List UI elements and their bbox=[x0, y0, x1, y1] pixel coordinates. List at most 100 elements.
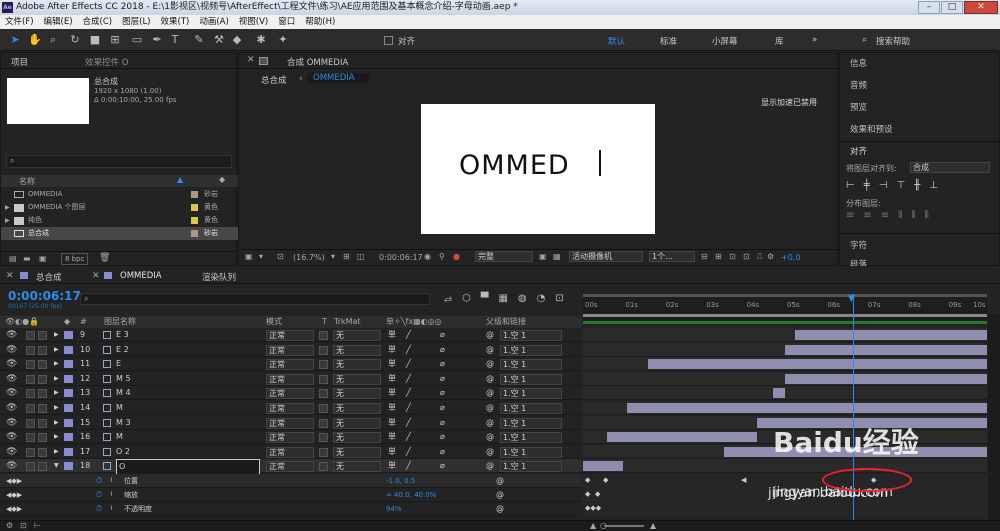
property-row[interactable]: ◀◆▶ ⏱ ⌇ 缩放 ∞ 40.0, 40.0% @ bbox=[0, 488, 582, 502]
quality-switch-icon[interactable]: ╱ bbox=[406, 445, 411, 459]
menu-help[interactable]: 帮助(H) bbox=[305, 15, 335, 29]
parent-select[interactable]: 1.空 1 bbox=[500, 388, 562, 400]
parent-select[interactable]: 1.空 1 bbox=[500, 330, 562, 341]
modes-toggle-icon[interactable]: ⊡ bbox=[20, 521, 27, 530]
parent-select[interactable]: 1.空 1 bbox=[500, 373, 562, 385]
more-workspaces-icon[interactable]: » bbox=[812, 35, 817, 45]
distribute-left-icon[interactable]: ⫴ bbox=[898, 210, 911, 221]
lock-toggle[interactable] bbox=[38, 462, 47, 472]
menu-file[interactable]: 文件(F) bbox=[5, 15, 34, 29]
trkmat-select[interactable]: 无 bbox=[333, 417, 381, 429]
shy-switch-icon[interactable]: 単 bbox=[388, 401, 396, 415]
pick-whip-icon[interactable]: @ bbox=[486, 372, 494, 386]
label-column-icon[interactable]: ◆ bbox=[219, 175, 225, 184]
adjustment-switch-icon[interactable]: ⌀ bbox=[440, 328, 445, 342]
column-mode[interactable]: 模式 bbox=[266, 316, 282, 328]
label-swatch[interactable] bbox=[64, 360, 73, 369]
layer-duration-bar[interactable] bbox=[772, 388, 785, 399]
label-swatch[interactable] bbox=[64, 404, 73, 412]
layer-duration-bar[interactable] bbox=[583, 461, 624, 472]
layer-duration-bar[interactable] bbox=[785, 373, 987, 384]
expand-icon[interactable]: ▶ bbox=[5, 214, 10, 227]
pan-behind-icon[interactable]: ⊞ bbox=[108, 33, 122, 47]
in-out-toggle-icon[interactable]: ⊢ bbox=[34, 521, 41, 530]
layer-row[interactable]: 👁 ▶ 11 E 正常 无単 ╱ ⌀ @1.空 1 bbox=[0, 357, 582, 372]
layer-duration-bar[interactable] bbox=[795, 330, 987, 340]
label-swatch[interactable] bbox=[64, 345, 73, 354]
pick-whip-icon[interactable]: @ bbox=[486, 328, 494, 342]
adjustment-switch-icon[interactable]: ⌀ bbox=[440, 386, 445, 400]
menu-window[interactable]: 窗口 bbox=[278, 15, 295, 29]
distribute-buttons[interactable]: ≡≡≡⫴⫴⫴ bbox=[846, 210, 938, 221]
quality-switch-icon[interactable]: ╱ bbox=[406, 328, 411, 342]
solo-toggle[interactable] bbox=[26, 447, 35, 457]
breadcrumb-root[interactable]: 总合成 bbox=[261, 74, 287, 86]
label-swatch[interactable] bbox=[64, 462, 73, 471]
align-top-icon[interactable]: ⊤ bbox=[896, 180, 914, 191]
stopwatch-icon[interactable]: ⏱ bbox=[96, 502, 102, 516]
shy-switch-icon[interactable]: 単 bbox=[388, 386, 396, 400]
property-row[interactable]: ◀◆▶ ⏱ ⌇ 位置 -1.0, 0.5 @ bbox=[0, 474, 582, 488]
tab-render-queue[interactable]: 渲染队列 bbox=[202, 271, 236, 283]
preserve-transparency-toggle[interactable] bbox=[319, 360, 328, 370]
adjustment-switch-icon[interactable]: ⌀ bbox=[440, 430, 445, 444]
playhead-handle-icon[interactable]: ▼ bbox=[848, 294, 855, 304]
quality-switch-icon[interactable]: ╱ bbox=[406, 459, 411, 473]
solo-toggle[interactable] bbox=[26, 418, 35, 428]
menu-animation[interactable]: 动画(A) bbox=[199, 15, 228, 29]
adjustment-switch-icon[interactable]: ⌀ bbox=[440, 357, 445, 371]
label-swatch[interactable] bbox=[64, 418, 73, 427]
menu-composition[interactable]: 合成(C) bbox=[83, 15, 113, 29]
graph-toggle-icon[interactable]: ⊡ bbox=[555, 293, 573, 304]
close-tab-icon[interactable]: ✕ bbox=[92, 271, 100, 281]
trkmat-select[interactable]: 无 bbox=[333, 446, 381, 458]
quality-switch-icon[interactable]: ╱ bbox=[406, 357, 411, 371]
sort-arrow-icon[interactable]: ▲ bbox=[177, 175, 183, 184]
pick-whip-icon[interactable]: @ bbox=[486, 416, 494, 430]
selection-icon[interactable]: ➤ bbox=[8, 33, 22, 47]
list-item[interactable]: ▶ 纯色 黄色 bbox=[1, 214, 238, 227]
lock-toggle[interactable] bbox=[38, 418, 47, 428]
layer-name[interactable]: O 2 bbox=[116, 445, 130, 459]
expand-icon[interactable]: ▶ bbox=[54, 372, 59, 386]
comp-canvas[interactable]: OMMED bbox=[421, 104, 655, 234]
keyframe-nav-icon[interactable]: ◀◆▶ bbox=[6, 502, 22, 516]
time-zoom-slider[interactable] bbox=[604, 525, 644, 527]
exposure-value[interactable]: +0.0 bbox=[781, 253, 800, 262]
lock-toggle[interactable] bbox=[38, 374, 47, 384]
zoom-slider-handle[interactable]: ○ bbox=[600, 521, 607, 530]
tab-effect-controls[interactable]: 效果控件 O bbox=[85, 56, 128, 68]
keyframe-icon[interactable]: ◆ bbox=[585, 490, 590, 498]
shy-switch-icon[interactable]: 単 bbox=[388, 357, 396, 371]
visibility-icon[interactable]: 👁 bbox=[6, 328, 17, 342]
mode-select[interactable]: 正常 bbox=[266, 417, 314, 429]
fast-preview-icon[interactable]: ⊡ bbox=[729, 252, 736, 261]
reset-exposure-icon[interactable]: ⚙ bbox=[767, 252, 774, 261]
layer-name[interactable]: M 4 bbox=[116, 386, 131, 400]
column-trkmat[interactable]: TrkMat bbox=[334, 316, 361, 328]
graph-icon[interactable]: ⌇ bbox=[110, 488, 113, 502]
camera-select[interactable]: 活动摄像机 bbox=[569, 251, 643, 262]
mode-select[interactable]: 正常 bbox=[266, 344, 314, 356]
distribute-bottom-icon[interactable]: ≡ bbox=[881, 210, 898, 221]
parent-select[interactable]: 1.空 1 bbox=[500, 461, 562, 473]
trkmat-select[interactable]: 无 bbox=[333, 461, 381, 473]
tab-composition[interactable]: 合成 OMMEDIA bbox=[287, 56, 348, 68]
keyframe-icon[interactable]: ◆ bbox=[595, 490, 600, 498]
expand-icon[interactable]: ▶ bbox=[54, 416, 59, 430]
panel-paragraph[interactable]: 段落 bbox=[850, 258, 867, 266]
pick-whip-icon[interactable]: @ bbox=[486, 401, 494, 415]
mode-select[interactable]: 正常 bbox=[266, 432, 314, 444]
shy-icon[interactable]: ▀ bbox=[481, 293, 499, 304]
column-parent[interactable]: 父级和链接 bbox=[486, 316, 526, 328]
panel-audio[interactable]: 音频 bbox=[850, 79, 867, 91]
adjustment-switch-icon[interactable]: ⌀ bbox=[440, 416, 445, 430]
quality-switch-icon[interactable]: ╱ bbox=[406, 416, 411, 430]
opacity-value[interactable]: 94% bbox=[386, 502, 402, 516]
trkmat-select[interactable]: 无 bbox=[333, 344, 381, 356]
align-hcenter-icon[interactable]: ╪ bbox=[864, 180, 879, 191]
keyframe-nav-icon[interactable]: ◀◆▶ bbox=[6, 488, 22, 502]
close-tab-icon[interactable]: ✕ bbox=[6, 271, 14, 281]
expand-icon[interactable]: ▶ bbox=[54, 328, 59, 342]
lock-toggle[interactable] bbox=[38, 404, 47, 413]
